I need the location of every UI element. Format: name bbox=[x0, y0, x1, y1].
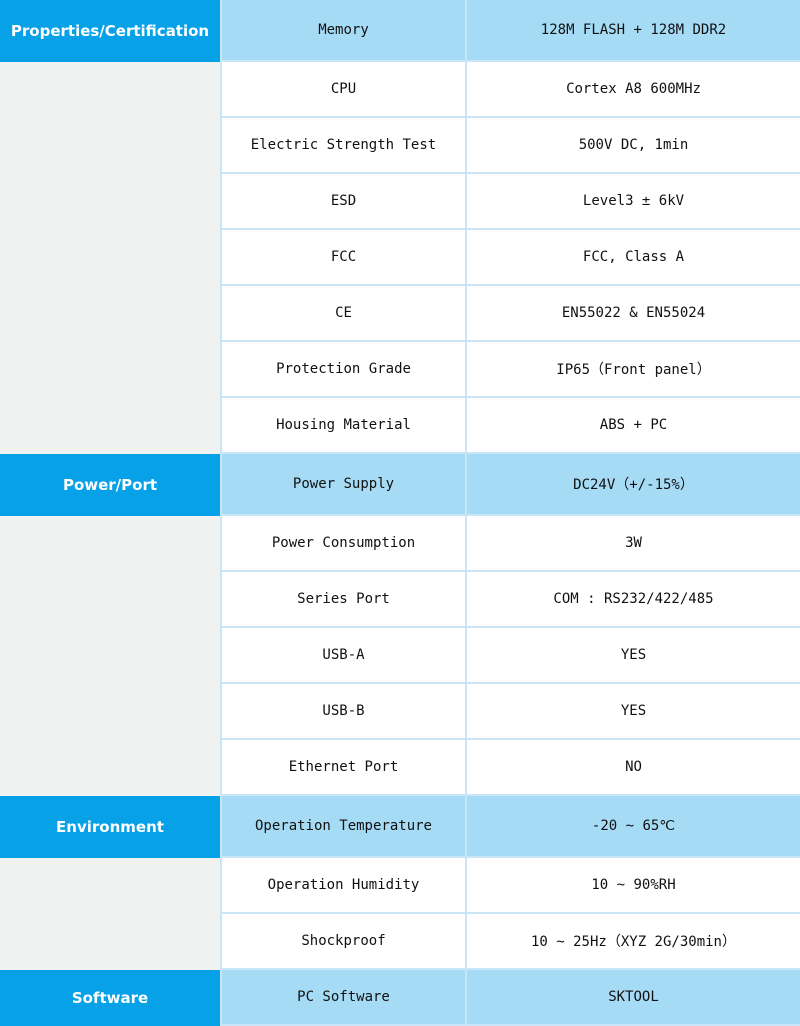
table-row: Power Consumption 3W bbox=[0, 516, 800, 572]
spec-table: Properties/Certification Memory 128M FLASH… bbox=[0, 0, 800, 1026]
section-header-row: Properties/Certification Memory 128M FLASH… bbox=[0, 0, 800, 62]
spec-name: Shockproof bbox=[220, 914, 465, 970]
spec-name: PC Software bbox=[220, 970, 465, 1026]
section-spacer bbox=[0, 858, 220, 914]
section-label: Software bbox=[0, 970, 220, 1026]
table-row: Housing Material ABS + PC bbox=[0, 398, 800, 454]
section-header-row: Software PC Software SKTOOL bbox=[0, 970, 800, 1026]
spec-value: NO bbox=[465, 740, 800, 796]
spec-value: IP65（Front panel） bbox=[465, 342, 800, 398]
table-row: Ethernet Port NO bbox=[0, 740, 800, 796]
table-row: USB-A YES bbox=[0, 628, 800, 684]
spec-name: CE bbox=[220, 286, 465, 342]
spec-value: Level3 ± 6kV bbox=[465, 174, 800, 230]
section-spacer bbox=[0, 572, 220, 628]
section-spacer bbox=[0, 628, 220, 684]
spec-value: ABS + PC bbox=[465, 398, 800, 454]
spec-name: Power Consumption bbox=[220, 516, 465, 572]
table-row: Operation Humidity 10 ~ 90%RH bbox=[0, 858, 800, 914]
spec-value: 10 ~ 90%RH bbox=[465, 858, 800, 914]
table-row: CE EN55022 & EN55024 bbox=[0, 286, 800, 342]
spec-value: 128M FLASH + 128M DDR2 bbox=[465, 0, 800, 62]
spec-value: 3W bbox=[465, 516, 800, 572]
spec-value: Cortex A8 600MHz bbox=[465, 62, 800, 118]
table-row: ESD Level3 ± 6kV bbox=[0, 174, 800, 230]
spec-value: FCC, Class A bbox=[465, 230, 800, 286]
section-label: Power/Port bbox=[0, 454, 220, 516]
spec-name: USB-B bbox=[220, 684, 465, 740]
spec-name: Protection Grade bbox=[220, 342, 465, 398]
spec-name: ESD bbox=[220, 174, 465, 230]
spec-value: YES bbox=[465, 628, 800, 684]
section-spacer bbox=[0, 230, 220, 286]
spec-value: COM : RS232/422/485 bbox=[465, 572, 800, 628]
section-spacer bbox=[0, 740, 220, 796]
spec-value: -20 ~ 65℃ bbox=[465, 796, 800, 858]
section-spacer bbox=[0, 62, 220, 118]
table-row: USB-B YES bbox=[0, 684, 800, 740]
spec-value: SKTOOL bbox=[465, 970, 800, 1026]
section-spacer bbox=[0, 174, 220, 230]
spec-name: Operation Temperature bbox=[220, 796, 465, 858]
table-row: Protection Grade IP65（Front panel） bbox=[0, 342, 800, 398]
section-label: Environment bbox=[0, 796, 220, 858]
spec-value: YES bbox=[465, 684, 800, 740]
section-spacer bbox=[0, 398, 220, 454]
spec-name: FCC bbox=[220, 230, 465, 286]
spec-value: 500V DC, 1min bbox=[465, 118, 800, 174]
spec-value: DC24V（+/-15%） bbox=[465, 454, 800, 516]
spec-name: Series Port bbox=[220, 572, 465, 628]
spec-name: USB-A bbox=[220, 628, 465, 684]
section-spacer bbox=[0, 516, 220, 572]
spec-name: Housing Material bbox=[220, 398, 465, 454]
table-row: Electric Strength Test 500V DC, 1min bbox=[0, 118, 800, 174]
spec-value: EN55022 & EN55024 bbox=[465, 286, 800, 342]
section-label: Properties/Certification bbox=[0, 0, 220, 62]
section-header-row: Environment Operation Temperature -20 ~ 65… bbox=[0, 796, 800, 858]
table-row: Series Port COM : RS232/422/485 bbox=[0, 572, 800, 628]
spec-name: CPU bbox=[220, 62, 465, 118]
spec-name: Power Supply bbox=[220, 454, 465, 516]
section-header-row: Power/Port Power Supply DC24V（+/-15%） bbox=[0, 454, 800, 516]
table-row: CPU Cortex A8 600MHz bbox=[0, 62, 800, 118]
spec-name: Memory bbox=[220, 0, 465, 62]
section-spacer bbox=[0, 118, 220, 174]
section-spacer bbox=[0, 342, 220, 398]
spec-name: Operation Humidity bbox=[220, 858, 465, 914]
table-row: FCC FCC, Class A bbox=[0, 230, 800, 286]
section-spacer bbox=[0, 684, 220, 740]
table-row: Shockproof 10 ~ 25Hz（XYZ 2G/30min） bbox=[0, 914, 800, 970]
spec-name: Electric Strength Test bbox=[220, 118, 465, 174]
section-spacer bbox=[0, 286, 220, 342]
spec-name: Ethernet Port bbox=[220, 740, 465, 796]
spec-value: 10 ~ 25Hz（XYZ 2G/30min） bbox=[465, 914, 800, 970]
section-spacer bbox=[0, 914, 220, 970]
